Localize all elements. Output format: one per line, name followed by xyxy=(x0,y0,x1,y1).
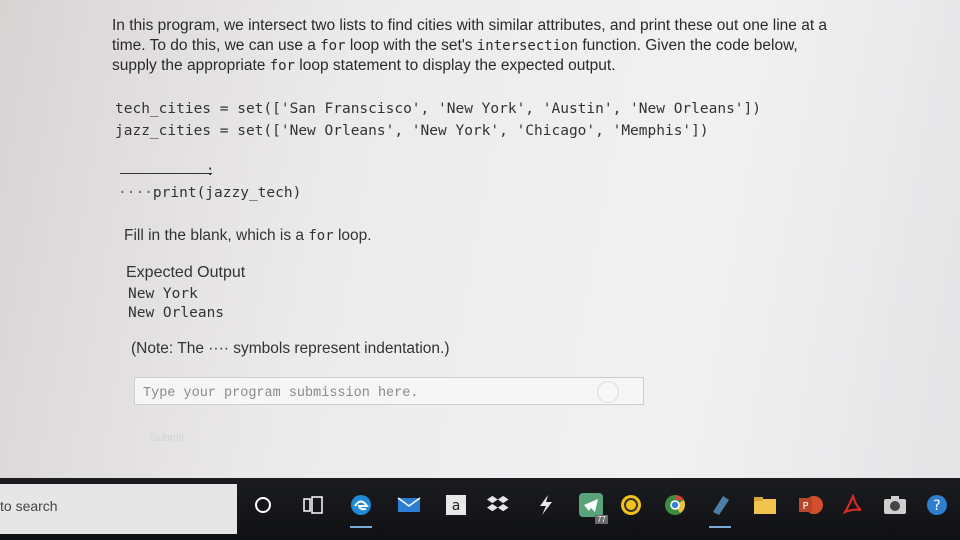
acrobat-icon[interactable] xyxy=(838,490,868,520)
svg-text:?: ? xyxy=(933,498,940,514)
note-dots: ···· xyxy=(208,340,229,357)
indentation-note: (Note: The ···· symbols represent indent… xyxy=(131,340,450,357)
task-view-icon[interactable] xyxy=(298,490,328,520)
question-text: In this program, we intersect two lists … xyxy=(112,16,932,76)
loading-spinner-icon xyxy=(597,381,619,403)
search-placeholder: to search xyxy=(0,498,58,514)
question-line-2: time. To do this, we can use a for loop … xyxy=(112,37,798,54)
telegram-icon[interactable]: 77 xyxy=(576,490,608,524)
indent-dots: ···· xyxy=(118,185,153,201)
edge-icon[interactable] xyxy=(346,490,376,528)
amazon-icon[interactable]: a xyxy=(441,490,471,520)
expected-output-label: Expected Output xyxy=(126,264,246,281)
submit-button[interactable]: Submit xyxy=(150,432,184,444)
code-line-jazz-cities: jazz_cities = set(['New Orleans', 'New Y… xyxy=(115,123,709,139)
windows-taskbar: to search a 77 P ? xyxy=(0,478,960,540)
svg-text:P: P xyxy=(802,501,808,512)
fill-instructions: Fill in the blank, which is a for loop. xyxy=(124,227,372,244)
question-page: In this program, we intersect two lists … xyxy=(0,0,960,478)
inline-code-for: for xyxy=(269,58,295,74)
expected-output-line-2: New Orleans xyxy=(128,305,225,321)
dropbox-icon[interactable] xyxy=(484,490,514,520)
inline-code-for: for xyxy=(320,38,346,54)
cortana-icon[interactable] xyxy=(248,490,278,520)
camera-icon[interactable] xyxy=(880,490,910,520)
question-line-3: supply the appropriate for loop statemen… xyxy=(112,57,616,74)
code-line-print: ····print(jazzy_tech) xyxy=(118,185,302,201)
notification-badge: 77 xyxy=(595,515,608,524)
svg-text:a: a xyxy=(452,498,461,514)
powerpoint-icon[interactable]: P xyxy=(796,490,826,520)
program-submission-input[interactable] xyxy=(141,382,565,404)
blank-colon: : xyxy=(206,163,215,179)
question-line-1: In this program, we intersect two lists … xyxy=(112,17,828,34)
chrome-icon[interactable] xyxy=(660,490,690,520)
fill-in-blank xyxy=(120,173,212,174)
submission-box[interactable] xyxy=(134,377,644,405)
norton-icon[interactable] xyxy=(616,490,646,520)
code-line-tech-cities: tech_cities = set(['San Franscisco', 'Ne… xyxy=(115,101,762,117)
taskbar-search-box[interactable]: to search xyxy=(0,484,237,534)
app-icon[interactable] xyxy=(530,490,560,520)
expected-output-line-1: New York xyxy=(128,286,198,302)
help-icon[interactable]: ? xyxy=(922,490,952,520)
inline-code-for: for xyxy=(308,228,334,244)
file-explorer-icon[interactable] xyxy=(750,490,780,520)
mail-icon[interactable] xyxy=(394,490,424,520)
inline-code-intersection: intersection xyxy=(476,38,579,54)
notes-icon[interactable] xyxy=(705,490,735,528)
